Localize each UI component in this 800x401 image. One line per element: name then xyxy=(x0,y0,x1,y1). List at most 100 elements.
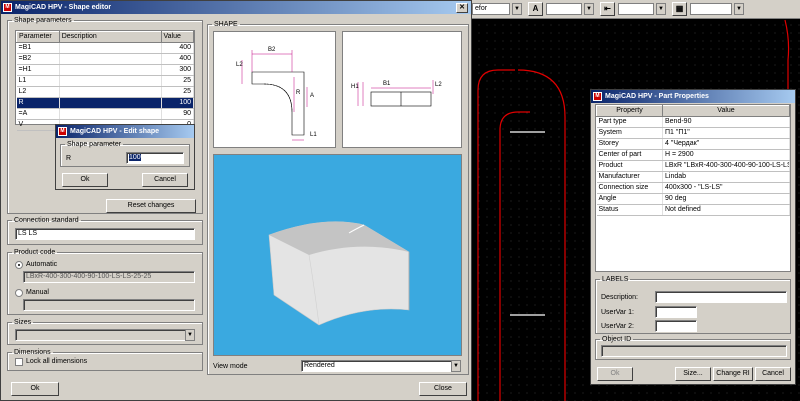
edit-ok-button[interactable]: Ok xyxy=(62,173,108,187)
table-row[interactable]: Status Not defined xyxy=(596,204,790,216)
text-style-icon[interactable]: A xyxy=(528,2,543,16)
property-cell-value: H = 2900 xyxy=(662,149,790,161)
parameter-cell-param[interactable]: =A xyxy=(16,108,60,120)
bend-3d-render-view[interactable] xyxy=(213,154,462,356)
parameter-cell-param[interactable]: V xyxy=(16,119,60,131)
reset-changes-button[interactable]: Reset changes xyxy=(106,199,196,213)
sizes-dropdown-arrow-icon[interactable]: ▼ xyxy=(185,329,195,341)
lock-dimensions-checkbox[interactable] xyxy=(15,358,23,366)
view-mode-select[interactable]: Rendered xyxy=(301,360,461,372)
dim-style-icon[interactable]: ⇤ xyxy=(600,2,615,16)
table-style-icon[interactable]: ▦ xyxy=(672,2,687,16)
table-row[interactable]: Part type Bend-90 xyxy=(596,116,790,128)
parameter-cell-desc[interactable] xyxy=(59,108,162,120)
close-button[interactable]: Close xyxy=(419,382,467,396)
property-cell-value: Lindab xyxy=(662,171,790,183)
parameter-cell-value[interactable]: 100 xyxy=(161,97,195,109)
table-row[interactable]: Angle 90 deg xyxy=(596,193,790,205)
text-style-combo[interactable] xyxy=(546,3,582,15)
parameter-cell-param[interactable]: R xyxy=(16,97,60,109)
drawing-label-b1: B1 xyxy=(383,81,391,87)
column-header-value[interactable]: Value xyxy=(160,31,195,43)
ok-button[interactable]: Ok xyxy=(11,382,59,396)
edit-cancel-button[interactable]: Cancel xyxy=(142,173,188,187)
parameter-value-input[interactable]: 100 xyxy=(126,152,184,164)
shape-parameters-legend: Shape parameters xyxy=(14,17,72,24)
view-mode-dropdown-arrow-icon[interactable]: ▼ xyxy=(451,360,461,372)
sizes-select[interactable] xyxy=(15,329,195,341)
parameter-cell-param[interactable]: L1 xyxy=(16,75,60,87)
part-properties-title: MagiCAD HPV - Part Properties xyxy=(605,93,709,100)
parameter-cell-desc[interactable] xyxy=(59,64,162,76)
table-row[interactable]: =B1 400 xyxy=(16,42,195,54)
automatic-radio[interactable] xyxy=(15,261,23,269)
sizes-legend: Sizes xyxy=(14,319,32,326)
parameter-cell-desc[interactable] xyxy=(59,75,162,87)
parameter-cell-value[interactable]: 25 xyxy=(161,86,195,98)
manual-radio[interactable] xyxy=(15,289,23,297)
layer-combo[interactable]: efor xyxy=(472,3,510,15)
table-row[interactable]: Connection size 400x300 - "LS-LS" xyxy=(596,182,790,194)
property-cell-prop: Center of part xyxy=(596,149,663,161)
property-cell-value: Not defined xyxy=(662,204,790,216)
properties-ok-button[interactable]: Ok xyxy=(597,367,633,381)
column-header-property[interactable]: Property xyxy=(596,105,663,117)
parameter-cell-value[interactable]: 90 xyxy=(161,108,195,120)
parameter-cell-desc[interactable] xyxy=(59,97,162,109)
properties-table[interactable]: Property Value Part type Bend-90 System П1 … xyxy=(595,104,791,272)
uservar2-input[interactable] xyxy=(655,320,697,332)
parameter-cell-param[interactable]: L2 xyxy=(16,86,60,98)
parameter-cell-param[interactable]: =H1 xyxy=(16,64,60,76)
table-style-combo[interactable] xyxy=(690,3,732,15)
shape-parameter-legend: Shape parameter xyxy=(67,141,122,148)
column-header-prop-value[interactable]: Value xyxy=(662,105,790,117)
change-ri-button[interactable]: Change RI xyxy=(713,367,753,381)
property-cell-value: П1 "П1" xyxy=(662,127,790,139)
parameter-cell-value[interactable]: 400 xyxy=(161,42,195,54)
text-style-dropdown-arrow-icon[interactable]: ▼ xyxy=(584,3,594,15)
uservar1-input[interactable] xyxy=(655,306,697,318)
parameter-cell-desc[interactable] xyxy=(59,42,162,54)
table-row[interactable]: Manufacturer Lindab xyxy=(596,171,790,183)
parameter-cell-param[interactable]: =B2 xyxy=(16,53,60,65)
table-row[interactable]: Storey 4 "Чердак" xyxy=(596,138,790,150)
drawing-label-l2: L2 xyxy=(236,62,243,68)
parameter-cell-desc[interactable] xyxy=(59,86,162,98)
column-header-description[interactable]: Description xyxy=(58,31,162,43)
close-window-button[interactable]: ✕ xyxy=(456,3,468,13)
parameter-cell-desc[interactable] xyxy=(59,53,162,65)
table-row[interactable]: =A 90 xyxy=(16,108,195,120)
parameter-cell-value[interactable]: 300 xyxy=(161,64,195,76)
table-row[interactable]: R 100 xyxy=(16,97,195,109)
dim-style-combo[interactable] xyxy=(618,3,654,15)
table-style-dropdown-arrow-icon[interactable]: ▼ xyxy=(734,3,744,15)
parameters-table[interactable]: Parameter Description Value =B1 400 =B2 400… xyxy=(15,30,195,131)
dim-style-dropdown-arrow-icon[interactable]: ▼ xyxy=(656,3,666,15)
table-row[interactable]: =H1 300 xyxy=(16,64,195,76)
table-row[interactable]: L1 25 xyxy=(16,75,195,87)
parameter-cell-value[interactable]: 400 xyxy=(161,53,195,65)
property-cell-prop: Product xyxy=(596,160,663,172)
object-id-legend: Object ID xyxy=(602,336,632,343)
properties-cancel-button[interactable]: Cancel xyxy=(755,367,791,381)
shape-editor-titlebar: M MagiCAD HPV - Shape editor ✕ xyxy=(1,1,471,14)
parameter-cell-value[interactable]: 25 xyxy=(161,75,195,87)
property-cell-value: 400x300 - "LS-LS" xyxy=(662,182,790,194)
magicad-dialog-icon: M xyxy=(58,127,67,136)
parameter-cell-param[interactable]: =B1 xyxy=(16,42,60,54)
connection-standard-field[interactable]: LS LS xyxy=(15,228,195,240)
property-cell-prop: Angle xyxy=(596,193,663,205)
bend-side-view-drawing: B1 H1 L2 xyxy=(342,31,462,148)
table-row[interactable]: Center of part H = 2900 xyxy=(596,149,790,161)
size-button[interactable]: Size... xyxy=(675,367,711,381)
shape-editor-title: MagiCAD HPV - Shape editor xyxy=(15,4,112,11)
table-row[interactable]: =B2 400 xyxy=(16,53,195,65)
layer-dropdown-arrow-icon[interactable]: ▼ xyxy=(512,3,522,15)
table-row[interactable]: Product LBxR "LBxR-400-300-400-90-100-LS-… xyxy=(596,160,790,172)
column-header-parameter[interactable]: Parameter xyxy=(16,31,60,43)
table-row[interactable]: System П1 "П1" xyxy=(596,127,790,139)
table-row[interactable]: L2 25 xyxy=(16,86,195,98)
description-input[interactable] xyxy=(655,291,787,303)
drawing-label-l1: L1 xyxy=(310,132,317,138)
manual-code-field[interactable] xyxy=(23,299,195,311)
